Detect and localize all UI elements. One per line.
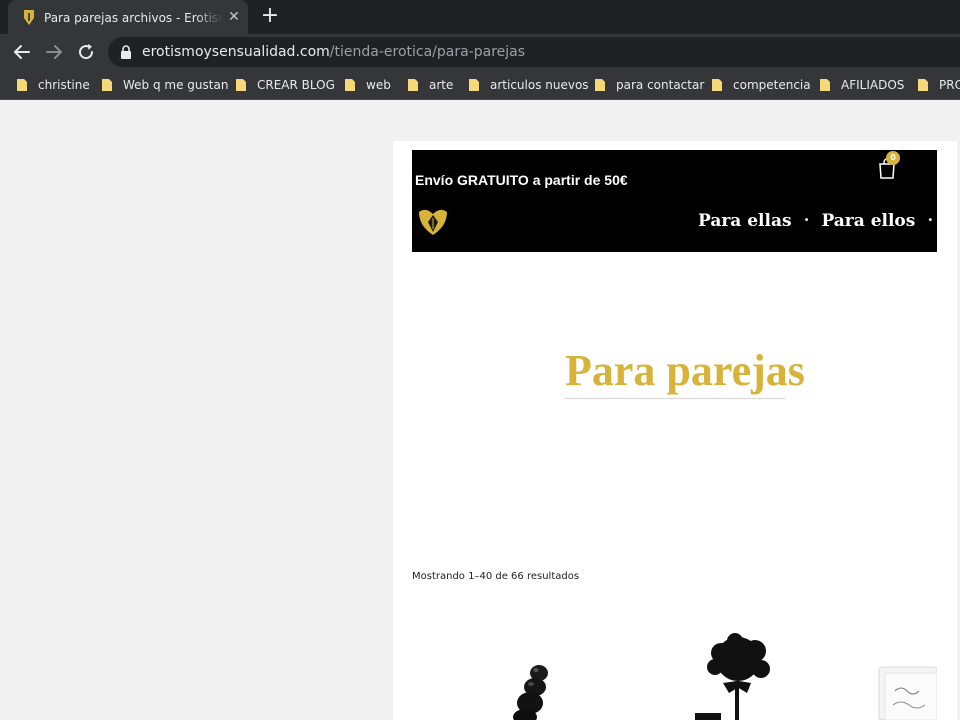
bookmark-label: arte [429,78,454,92]
browser-tab[interactable]: Para parejas archivos - Erotismo y Sensu… [8,0,248,34]
bookmark-folder[interactable]: competencia [711,76,811,94]
bookmark-folder[interactable]: AFILIADOS [819,76,904,94]
bookmark-label: Web q me gustan [123,78,229,92]
product-image-feather-tickler[interactable] [693,633,783,720]
bookmark-folder-icon [408,79,418,91]
back-icon[interactable] [10,40,34,64]
url-text: erotismoysensualidad.com/tienda-erotica/… [142,43,525,61]
bookmark-label: CREAR BLOG [257,78,335,92]
new-tab-button[interactable]: + [258,5,282,29]
product-image-anal-beads[interactable] [501,653,571,720]
bookmark-folder[interactable]: CREAR BLOG [235,76,335,94]
nav-separator: • [927,215,934,226]
title-divider [565,398,785,399]
bookmark-folder-icon [469,79,479,91]
bookmark-folder[interactable]: para contactar [594,76,704,94]
close-tab-icon[interactable]: ✕ [226,8,242,26]
bookmark-label: web [366,78,391,92]
product-image-gift-box[interactable] [877,663,937,720]
bookmark-label: para contactar [616,78,705,92]
bookmark-label: competencia [733,78,811,92]
main-navigation: Para ellas • Para ellos • Pa [698,209,937,233]
url-host: erotismoysensualidad.com [142,44,330,60]
bookmark-folder-icon [595,79,605,91]
bookmark-label: PRO [939,78,960,92]
tab-title: Para parejas archivos - Erotismo y Sensu… [44,11,222,25]
bookmark-folder-icon [345,79,355,91]
page-title: Para parejas [565,346,805,395]
result-count: Mostrando 1–40 de 66 resultados [412,571,580,582]
bookmark-folder[interactable]: articulos nuevos [468,76,589,94]
shipping-banner: Envío GRATUITO a partir de 50€ [415,172,628,188]
cart-count-badge: 0 [886,151,900,165]
bookmark-label: christine [38,78,90,92]
bookmarks-bar: christine Web q me gustan CREAR BLOG web… [0,70,960,100]
forward-icon[interactable] [42,40,66,64]
address-bar[interactable]: erotismoysensualidad.com/tienda-erotica/… [108,37,960,67]
site-header: Envío GRATUITO a partir de 50€ 0 Para el… [412,150,937,252]
bookmark-folder-icon [712,79,722,91]
bookmark-folder[interactable]: arte [407,76,453,94]
page-content: Envío GRATUITO a partir de 50€ 0 Para el… [393,141,957,720]
browser-tab-strip: Para parejas archivos - Erotismo y Sensu… [0,0,960,34]
bookmark-folder-icon [918,79,928,91]
site-favicon-icon [24,10,34,25]
bookmark-folder[interactable]: PRO [917,76,960,94]
bookmark-label: AFILIADOS [841,78,905,92]
reload-icon[interactable] [74,40,98,64]
bookmark-folder-icon [17,79,27,91]
browser-toolbar: erotismoysensualidad.com/tienda-erotica/… [0,34,960,70]
nav-separator: • [803,215,810,226]
lock-icon [121,45,131,59]
bookmark-folder[interactable]: christine [16,76,90,94]
bookmark-folder-icon [820,79,830,91]
bookmark-folder-icon [236,79,246,91]
url-path: /tienda-erotica/para-parejas [329,44,526,60]
nav-item-para-ellos[interactable]: Para ellos [821,209,915,233]
bookmark-folder-icon [102,79,112,91]
nav-item-para-ellas[interactable]: Para ellas [698,209,792,233]
bookmark-label: articulos nuevos [490,78,589,92]
site-logo-icon[interactable] [416,204,450,238]
bookmark-folder[interactable]: web [344,76,391,94]
bookmark-folder[interactable]: Web q me gustan [101,76,228,94]
